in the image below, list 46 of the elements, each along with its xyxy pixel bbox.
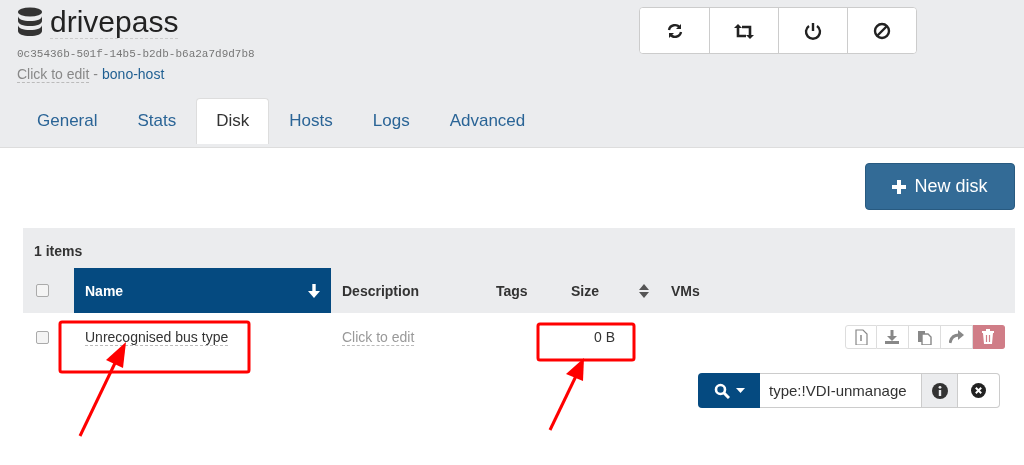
checkbox[interactable]	[36, 330, 49, 344]
tab[interactable]: Logs	[352, 98, 430, 144]
tab[interactable]: Advanced	[429, 98, 546, 144]
ban-icon	[873, 21, 891, 40]
tab[interactable]: Stats	[117, 98, 197, 144]
column-header[interactable]: VMs	[660, 268, 1015, 313]
info-button[interactable]	[922, 373, 958, 408]
tab[interactable]: General	[17, 98, 118, 144]
refresh-icon	[665, 21, 684, 40]
share-button[interactable]	[941, 325, 973, 349]
copy-button[interactable]	[909, 325, 941, 349]
tab[interactable]: Disk	[196, 98, 270, 144]
share-icon	[949, 329, 964, 345]
caret-icon	[735, 388, 745, 393]
trash-button[interactable]	[973, 325, 1005, 349]
info-icon	[931, 382, 948, 399]
copy-icon	[917, 329, 932, 345]
power-icon	[804, 21, 822, 40]
plus-icon	[892, 179, 907, 194]
download-button[interactable]	[877, 325, 909, 349]
column-header[interactable]: Description	[331, 268, 485, 313]
sort-down-icon	[308, 283, 320, 298]
item-count: 1 items	[33, 242, 84, 261]
trash-icon	[981, 329, 996, 345]
download-icon	[885, 329, 900, 345]
column-header[interactable]: Name	[74, 268, 331, 313]
disk-size: 0 B	[593, 329, 616, 345]
uuid-text: 0c35436b-501f-14b5-b2db-b6a2a7d9d7b8	[17, 48, 256, 60]
sort-icon	[639, 283, 649, 298]
clear-button[interactable]	[958, 373, 1000, 408]
file-icon	[853, 329, 869, 345]
database-icon	[17, 7, 43, 37]
column-header[interactable]: Size	[560, 268, 660, 313]
column-header[interactable]: Tags	[485, 268, 560, 313]
filter-field[interactable]: type:!VDI-unmanage	[760, 373, 922, 408]
search-button[interactable]	[698, 373, 760, 408]
tab[interactable]: Hosts	[269, 98, 353, 144]
ban-button[interactable]	[847, 8, 916, 53]
search-icon	[713, 382, 730, 399]
retweet-icon	[734, 21, 754, 40]
close-icon	[971, 383, 986, 398]
host-link[interactable]: bono-host	[102, 66, 165, 83]
new-disk-button[interactable]: New disk	[865, 163, 1015, 210]
vm-title[interactable]: drivepass	[50, 5, 179, 39]
checkbox[interactable]	[36, 284, 49, 297]
separator-text: -	[93, 66, 99, 83]
